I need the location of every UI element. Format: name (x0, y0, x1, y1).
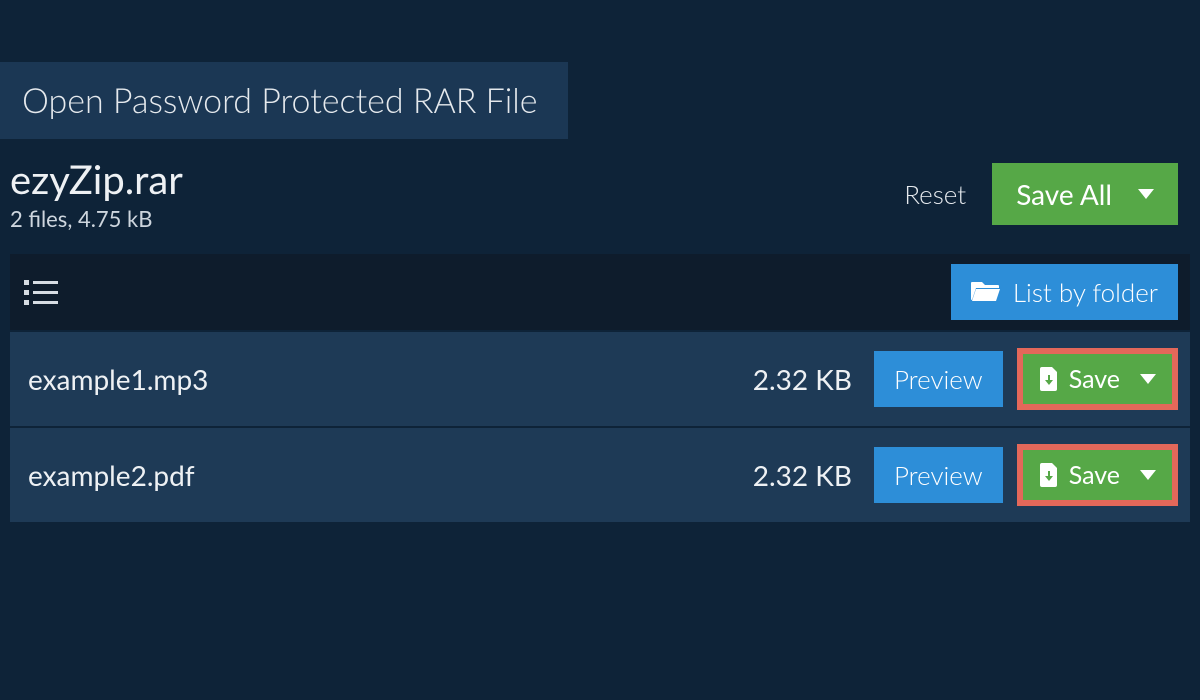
save-button-highlight: Save (1017, 444, 1178, 506)
list-by-folder-label: List by folder (1013, 276, 1158, 308)
list-toolbar: List by folder (10, 254, 1190, 330)
page-title: Open Password Protected RAR File (22, 80, 538, 121)
list-icon[interactable] (24, 278, 58, 306)
file-list-panel: List by folder example1.mp3 2.32 KB Prev… (10, 254, 1190, 522)
file-size: 2.32 KB (753, 362, 852, 396)
file-row: example2.pdf 2.32 KB Preview Save (10, 426, 1190, 522)
file-download-icon (1039, 463, 1059, 487)
archive-filename: ezyZip.rar (10, 155, 183, 203)
save-button[interactable]: Save (1023, 354, 1172, 404)
archive-meta: 2 files, 4.75 kB (10, 205, 183, 232)
info-actions: Reset Save All (904, 163, 1178, 225)
preview-label: Preview (894, 363, 983, 395)
info-bar: ezyZip.rar 2 files, 4.75 kB Reset Save A… (0, 139, 1200, 248)
file-size: 2.32 KB (753, 458, 852, 492)
archive-info: ezyZip.rar 2 files, 4.75 kB (10, 155, 183, 232)
file-name: example2.pdf (28, 458, 753, 492)
file-download-icon (1039, 367, 1059, 391)
tab-row: Open Password Protected RAR File (0, 62, 1200, 139)
save-button[interactable]: Save (1023, 450, 1172, 500)
save-label: Save (1069, 460, 1120, 490)
list-by-folder-button[interactable]: List by folder (951, 264, 1178, 320)
preview-button[interactable]: Preview (874, 351, 1003, 407)
reset-label: Reset (904, 178, 966, 210)
chevron-down-icon (1140, 374, 1156, 384)
chevron-down-icon (1138, 189, 1154, 199)
save-label: Save (1069, 364, 1120, 394)
tab-open-rar[interactable]: Open Password Protected RAR File (0, 62, 568, 139)
preview-button[interactable]: Preview (874, 447, 1003, 503)
save-all-button[interactable]: Save All (992, 163, 1178, 225)
chevron-down-icon (1140, 470, 1156, 480)
file-name: example1.mp3 (28, 362, 753, 396)
reset-button[interactable]: Reset (904, 178, 966, 210)
file-row: example1.mp3 2.32 KB Preview Save (10, 330, 1190, 426)
folder-open-icon (971, 276, 1001, 308)
save-all-label: Save All (1016, 177, 1112, 211)
preview-label: Preview (894, 459, 983, 491)
save-button-highlight: Save (1017, 348, 1178, 410)
